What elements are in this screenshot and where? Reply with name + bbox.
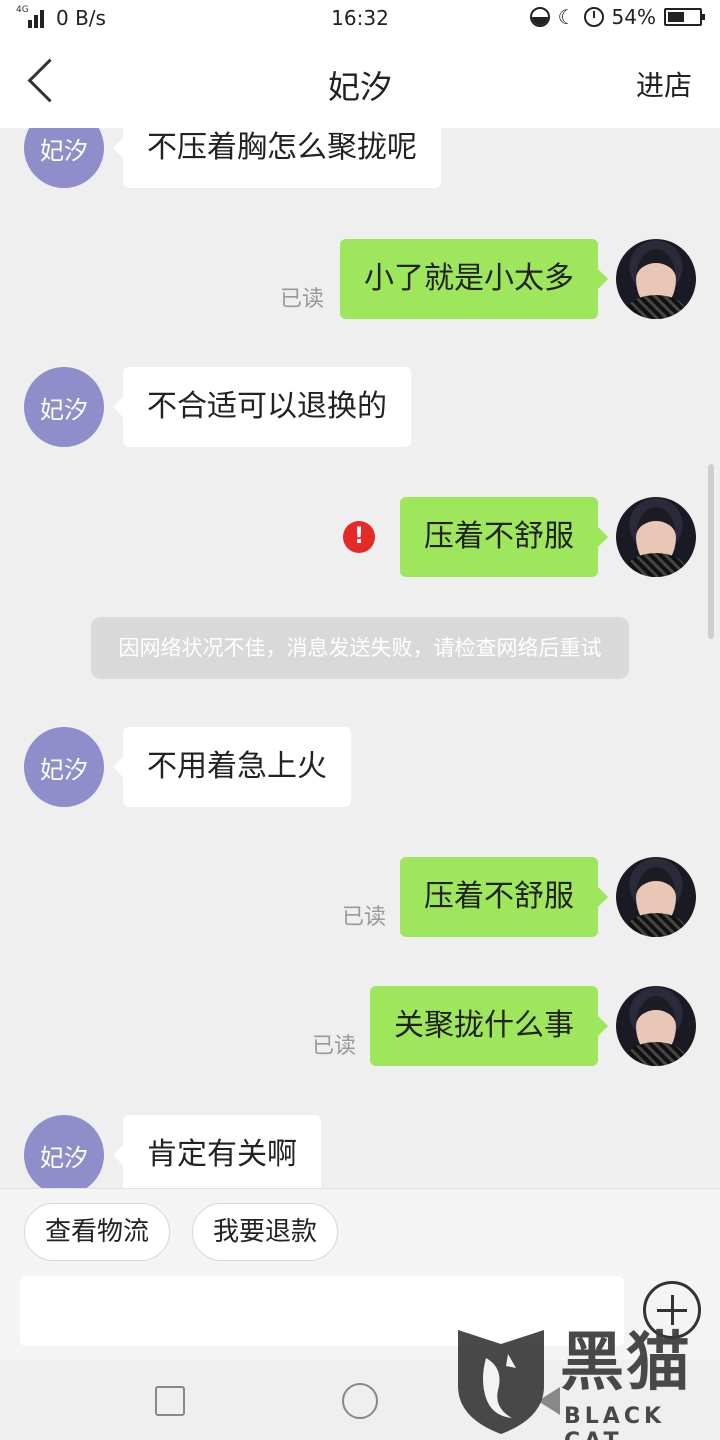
add-attachment-button[interactable]	[643, 1281, 701, 1339]
message-bubble[interactable]: 不压着胸怎么聚拢呢	[113, 128, 441, 188]
system-back-button[interactable]	[538, 1387, 560, 1415]
message-bubble[interactable]: 不合适可以退换的	[113, 367, 411, 447]
read-receipt: 已读	[341, 905, 386, 930]
message-input[interactable]	[20, 1276, 624, 1346]
message-row: 已读 小了就是小太多	[0, 239, 720, 319]
alarm-icon	[583, 7, 604, 27]
system-nav-bar	[0, 1360, 720, 1440]
scrollbar[interactable]	[708, 464, 714, 639]
message-bubble[interactable]: 不用着急上火	[113, 727, 351, 807]
enter-shop-button[interactable]: 进店	[636, 64, 692, 104]
message-row: 已读 关聚拢什么事	[0, 986, 720, 1066]
data-saver-icon	[529, 7, 550, 27]
status-bar: 4G 0 B/s 16:32 ☾ 54%	[0, 0, 720, 38]
user-avatar[interactable]	[616, 857, 696, 937]
message-row: 妃汐 不压着胸怎么聚拢呢	[0, 128, 720, 188]
message-bubble[interactable]: 关聚拢什么事	[370, 986, 608, 1066]
page-title: 妃汐	[327, 68, 392, 106]
battery-level	[668, 12, 685, 22]
shop-avatar[interactable]: 妃汐	[24, 1115, 104, 1188]
message-row: 已读 压着不舒服	[0, 857, 720, 937]
home-button[interactable]	[342, 1383, 378, 1419]
nav-bar: 妃汐 进店	[0, 38, 720, 128]
shop-avatar[interactable]: 妃汐	[24, 128, 104, 188]
message-bubble[interactable]: 压着不舒服	[400, 497, 608, 577]
read-receipt: 已读	[311, 1034, 356, 1059]
message-row: 妃汐 肯定有关啊	[0, 1115, 720, 1188]
chat-list[interactable]: 妃汐 不压着胸怎么聚拢呢 已读 小了就是小太多 妃汐 不合适可以退换的 ! 压着…	[0, 128, 720, 1188]
message-bubble[interactable]: 压着不舒服	[400, 857, 608, 937]
shop-avatar[interactable]: 妃汐	[24, 727, 104, 807]
message-row: ! 压着不舒服	[0, 497, 720, 577]
user-avatar[interactable]	[616, 239, 696, 319]
battery-icon	[664, 8, 705, 26]
read-receipt: 已读	[279, 287, 324, 312]
send-failed-icon[interactable]: !	[343, 521, 375, 553]
track-logistics-button[interactable]: 查看物流	[24, 1203, 171, 1261]
message-bubble[interactable]: 肯定有关啊	[113, 1115, 321, 1188]
input-bar	[0, 1276, 720, 1360]
do-not-disturb-icon: ☾	[557, 5, 576, 29]
message-row: 妃汐 不用着急上火	[0, 727, 720, 807]
system-notice: 因网络状况不佳，消息发送失败，请检查网络后重试	[91, 617, 629, 679]
user-avatar[interactable]	[616, 497, 696, 577]
message-row: 妃汐 不合适可以退换的	[0, 367, 720, 447]
recent-apps-button[interactable]	[155, 1386, 185, 1416]
message-bubble[interactable]: 小了就是小太多	[340, 239, 608, 319]
battery-percent: 54%	[611, 5, 656, 29]
shop-avatar[interactable]: 妃汐	[24, 367, 104, 447]
back-button[interactable]	[22, 56, 62, 110]
request-refund-button[interactable]: 我要退款	[192, 1203, 339, 1261]
user-avatar[interactable]	[616, 986, 696, 1066]
quick-actions-bar: 查看物流 我要退款	[0, 1188, 720, 1276]
